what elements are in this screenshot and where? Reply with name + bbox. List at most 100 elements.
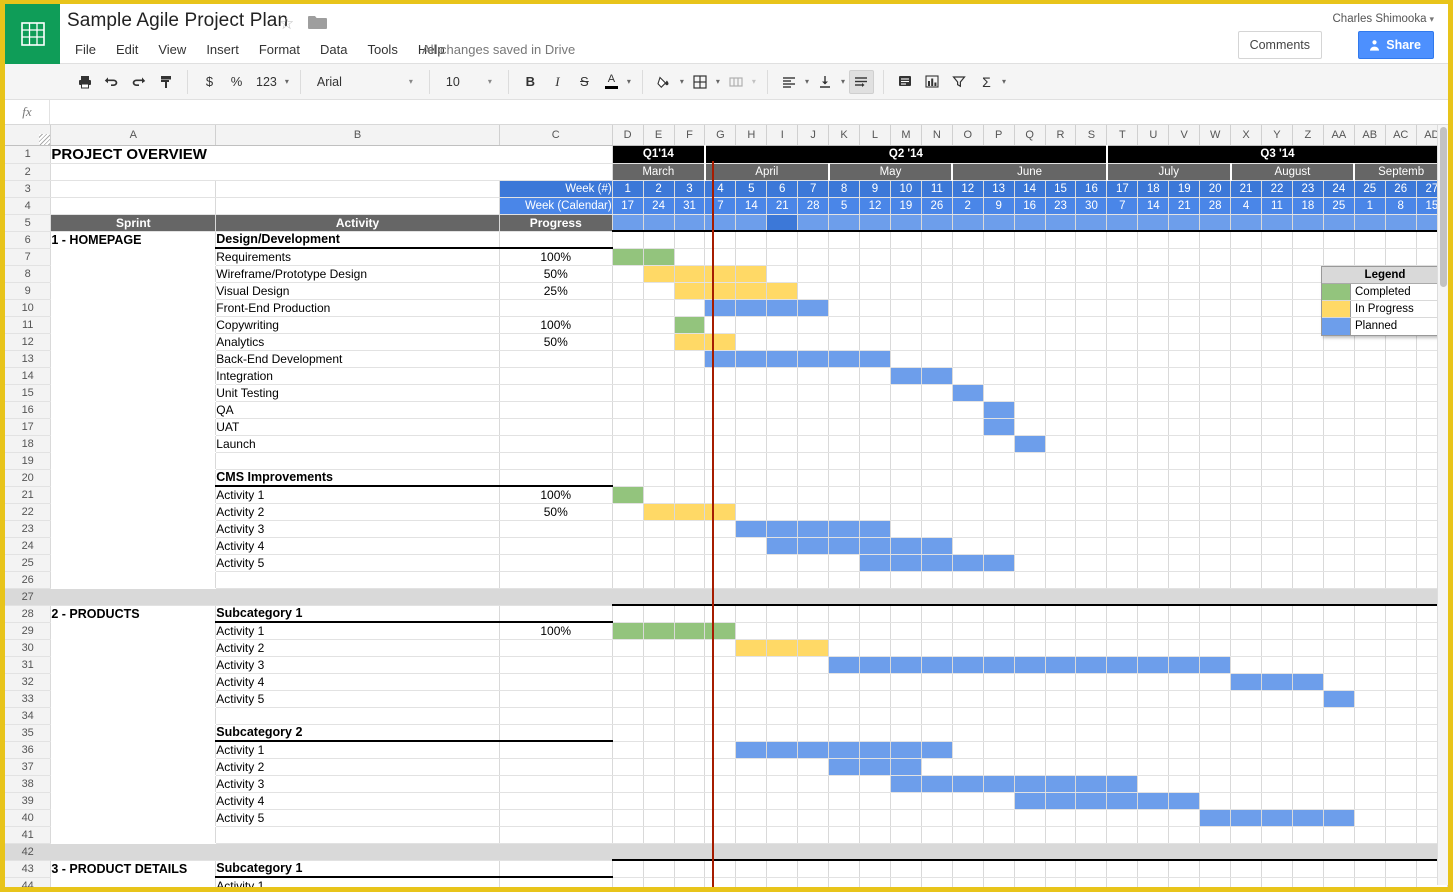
gantt-cell-33-8[interactable] [829, 690, 860, 707]
text-color-button[interactable]: A [599, 70, 624, 94]
gantt-cell-24-24[interactable] [1323, 537, 1354, 554]
text-wrap-icon[interactable] [849, 70, 874, 94]
gantt-cell-8-15[interactable] [1045, 265, 1076, 282]
row-header-30[interactable]: 30 [5, 639, 51, 656]
gantt-cell-7-12[interactable] [952, 248, 983, 265]
gantt-cell-23-3[interactable] [674, 520, 705, 537]
gantt-cell-12-14[interactable] [1014, 333, 1045, 350]
gantt-cell-18-13[interactable] [983, 435, 1014, 452]
gantt-cell-6-9[interactable] [860, 231, 891, 248]
gantt-cell-44-16[interactable] [1076, 877, 1107, 887]
gantt-cell-20-12[interactable] [952, 469, 983, 486]
gantt-cell-26-26[interactable] [1385, 571, 1416, 588]
sprint-cell-10[interactable] [51, 299, 216, 316]
gantt-cell-40-22[interactable] [1262, 809, 1293, 826]
gantt-cell-18-18[interactable] [1138, 435, 1169, 452]
gantt-cell-37-7[interactable] [798, 758, 829, 775]
activity-cell-15[interactable]: Unit Testing [216, 384, 500, 401]
progress-cell-25[interactable] [499, 554, 612, 571]
gantt-cell-43-4[interactable] [705, 860, 736, 877]
gantt-cell-18-8[interactable] [829, 435, 860, 452]
gantt-cell-25-9[interactable] [860, 554, 891, 571]
gantt-cell-38-2[interactable] [643, 775, 674, 792]
progress-cell-8[interactable]: 50% [499, 265, 612, 282]
gantt-cell-44-6[interactable] [767, 877, 798, 887]
row-header-40[interactable]: 40 [5, 809, 51, 826]
gantt-cell-17-21[interactable] [1231, 418, 1262, 435]
gantt-cell-44-25[interactable] [1354, 877, 1385, 887]
row-header-13[interactable]: 13 [5, 350, 51, 367]
gantt-cell-15-9[interactable] [860, 384, 891, 401]
gantt-cell-32-9[interactable] [860, 673, 891, 690]
gantt-cell-8-9[interactable] [860, 265, 891, 282]
gantt-cell-18-6[interactable] [767, 435, 798, 452]
chevron-down-icon[interactable]: ▾ [841, 77, 845, 86]
gantt-cell-34-17[interactable] [1107, 707, 1138, 724]
sprint-cell-18[interactable] [51, 435, 216, 452]
gantt-cell-36-10[interactable] [890, 741, 921, 758]
gantt-cell-9-5[interactable] [736, 282, 767, 299]
gantt-cell-35-15[interactable] [1045, 724, 1076, 741]
gantt-cell-32-4[interactable] [705, 673, 736, 690]
account-menu[interactable]: Charles Shimooka▾ [1333, 13, 1435, 25]
gantt-cell-7-21[interactable] [1231, 248, 1262, 265]
gantt-cell-17-6[interactable] [767, 418, 798, 435]
sprint-cell-6[interactable]: 1 - HOMEPAGE [51, 231, 216, 248]
gantt-cell-21-8[interactable] [829, 486, 860, 503]
gantt-cell-34-15[interactable] [1045, 707, 1076, 724]
gantt-cell-20-6[interactable] [767, 469, 798, 486]
row-header-12[interactable]: 12 [5, 333, 51, 350]
gantt-cell-9-23[interactable] [1292, 282, 1323, 299]
column-header-z[interactable]: Z [1292, 125, 1323, 145]
gantt-cell-39-23[interactable] [1292, 792, 1323, 809]
gantt-cell-24-4[interactable] [705, 537, 736, 554]
gantt-cell-22-25[interactable] [1354, 503, 1385, 520]
gantt-cell-9-15[interactable] [1045, 282, 1076, 299]
activity-cell-38[interactable]: Activity 3 [216, 775, 500, 792]
gantt-cell-35-6[interactable] [767, 724, 798, 741]
gantt-cell-6-8[interactable] [829, 231, 860, 248]
gantt-cell-7-22[interactable] [1262, 248, 1293, 265]
gantt-cell-36-17[interactable] [1107, 741, 1138, 758]
gantt-cell-24-26[interactable] [1385, 537, 1416, 554]
gantt-cell-19-6[interactable] [767, 452, 798, 469]
gantt-cell-16-26[interactable] [1385, 401, 1416, 418]
progress-cell-33[interactable] [499, 690, 612, 707]
gantt-cell-17-19[interactable] [1169, 418, 1200, 435]
gantt-cell-30-26[interactable] [1385, 639, 1416, 656]
gantt-cell-18-2[interactable] [643, 435, 674, 452]
gantt-cell-26-24[interactable] [1323, 571, 1354, 588]
gantt-cell-22-6[interactable] [767, 503, 798, 520]
star-icon[interactable]: ☆ [279, 15, 294, 32]
gantt-cell-44-23[interactable] [1292, 877, 1323, 887]
gantt-cell-29-2[interactable] [643, 622, 674, 639]
gantt-cell-41-22[interactable] [1262, 826, 1293, 843]
gantt-cell-23-8[interactable] [829, 520, 860, 537]
activity-cell-25[interactable]: Activity 5 [216, 554, 500, 571]
gantt-cell-8-20[interactable] [1200, 265, 1231, 282]
gantt-cell-44-11[interactable] [921, 877, 952, 887]
sprint-cell-21[interactable] [51, 486, 216, 503]
gantt-cell-13-17[interactable] [1107, 350, 1138, 367]
gantt-cell-34-5[interactable] [736, 707, 767, 724]
gantt-cell-8-12[interactable] [952, 265, 983, 282]
gantt-cell-11-6[interactable] [767, 316, 798, 333]
gantt-cell-41-6[interactable] [767, 826, 798, 843]
progress-cell-18[interactable] [499, 435, 612, 452]
gantt-cell-39-14[interactable] [1014, 792, 1045, 809]
gantt-cell-24-5[interactable] [736, 537, 767, 554]
gantt-cell-11-15[interactable] [1045, 316, 1076, 333]
activity-cell-11[interactable]: Copywriting [216, 316, 500, 333]
gantt-cell-40-5[interactable] [736, 809, 767, 826]
gantt-cell-31-19[interactable] [1169, 656, 1200, 673]
gantt-cell-13-9[interactable] [860, 350, 891, 367]
gantt-cell-44-17[interactable] [1107, 877, 1138, 887]
gantt-cell-40-9[interactable] [860, 809, 891, 826]
gantt-cell-40-13[interactable] [983, 809, 1014, 826]
gantt-cell-16-14[interactable] [1014, 401, 1045, 418]
gantt-cell-11-14[interactable] [1014, 316, 1045, 333]
gantt-cell-20-5[interactable] [736, 469, 767, 486]
gantt-cell-10-6[interactable] [767, 299, 798, 316]
gantt-cell-29-17[interactable] [1107, 622, 1138, 639]
progress-cell-10[interactable] [499, 299, 612, 316]
